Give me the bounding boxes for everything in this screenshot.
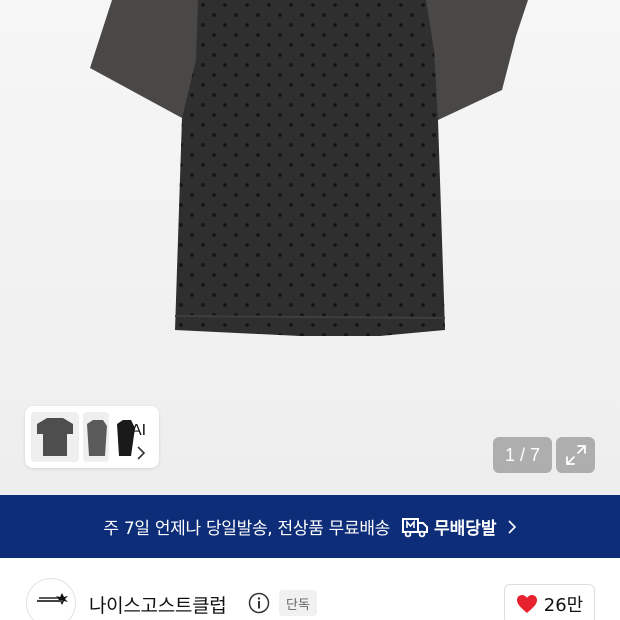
store-logo-icon	[37, 593, 68, 605]
ai-label: AI	[131, 422, 147, 439]
chevron-right-icon	[508, 519, 516, 534]
store-info-row: 나이스고스트클럽 단독 26만	[0, 558, 620, 620]
product-page: AI 1 / 7 주 7일 언제나 당일발송, 전상품 무료배송 무배당발 나이…	[0, 0, 620, 620]
thumbnail-shirt-2	[83, 412, 109, 462]
thumbnail-shirt-1	[31, 412, 79, 462]
heart-icon	[516, 595, 537, 613]
exclusive-badge: 단독	[279, 590, 317, 616]
like-button[interactable]: 26만	[504, 584, 595, 620]
chevron-right-icon	[137, 446, 146, 460]
promo-text: 주 7일 언제나 당일발송, 전상품 무료배송	[103, 519, 391, 539]
store-avatar[interactable]	[26, 578, 76, 620]
promo-badge: 무배당발	[402, 514, 497, 539]
expand-icon	[565, 445, 586, 465]
delivery-truck-icon	[402, 517, 429, 537]
expand-button[interactable]	[556, 437, 595, 473]
image-page-counter: 1 / 7	[493, 437, 552, 473]
info-icon[interactable]	[248, 592, 270, 614]
promo-brand-label: 무배당발	[434, 519, 497, 539]
store-name[interactable]: 나이스고스트클럽	[89, 591, 227, 618]
product-gallery[interactable]: AI 1 / 7	[0, 0, 620, 495]
free-shipping-banner[interactable]: 주 7일 언제나 당일발송, 전상품 무료배송 무배당발	[0, 495, 620, 558]
like-count: 26만	[543, 595, 584, 616]
